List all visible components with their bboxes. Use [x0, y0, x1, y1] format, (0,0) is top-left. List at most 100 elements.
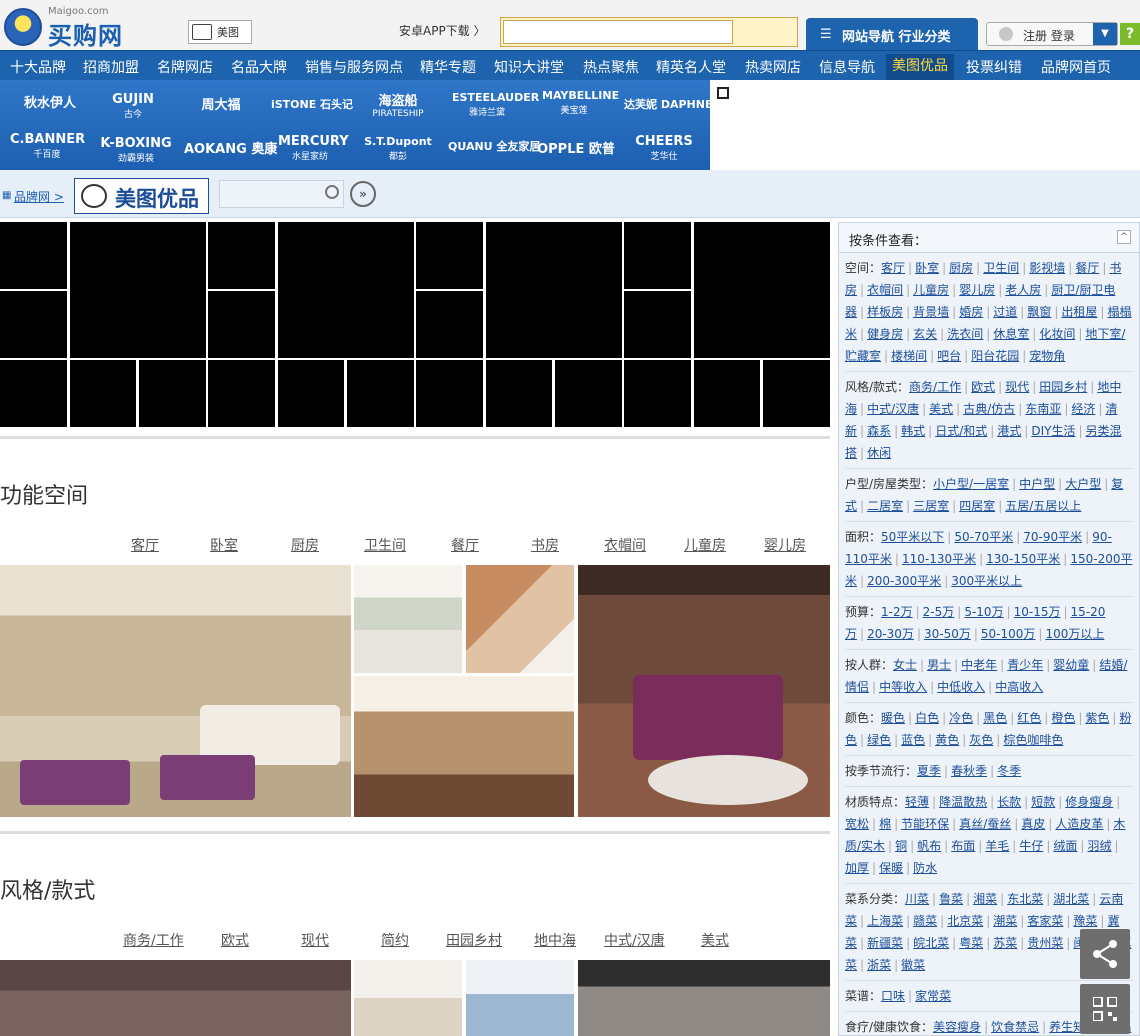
site-logo[interactable]: Maigoo.com 买购网 美图 [4, 4, 254, 50]
filter-option[interactable]: 粤菜 [959, 936, 983, 950]
filter-option[interactable]: 客家菜 [1027, 914, 1063, 928]
brand-logo[interactable]: K-BOXING 劲霸男装 [98, 136, 174, 164]
filter-option[interactable]: 130-150平米 [986, 552, 1060, 566]
bedroom-photo[interactable] [578, 565, 830, 817]
filter-option[interactable]: 飘窗 [1027, 305, 1051, 319]
filter-option[interactable]: 欧式 [971, 380, 995, 394]
section-link[interactable]: 书房 [531, 535, 559, 555]
filter-option[interactable]: 韩式 [901, 424, 925, 438]
section-link[interactable]: 餐厅 [451, 535, 479, 555]
image-placeholder[interactable] [416, 291, 483, 358]
filter-option[interactable]: 衣帽间 [867, 283, 903, 297]
filter-option[interactable]: 玄关 [913, 327, 937, 341]
collapse-icon[interactable]: ^ [1117, 230, 1131, 244]
filter-option[interactable]: 楼梯间 [891, 349, 927, 363]
filter-option[interactable]: 白色 [915, 711, 939, 725]
filter-option[interactable]: 经济 [1071, 402, 1095, 416]
nav-item[interactable]: 知识大讲堂 [494, 57, 564, 77]
filter-option[interactable]: 1-2万 [881, 605, 913, 619]
filter-option[interactable]: 紫色 [1085, 711, 1109, 725]
bathroom-photo[interactable] [466, 565, 574, 673]
nav-item[interactable]: 精华专题 [420, 57, 476, 77]
image-placeholder[interactable] [624, 360, 691, 427]
filter-option[interactable]: 冬季 [997, 764, 1021, 778]
image-placeholder[interactable] [416, 222, 483, 289]
kitchen-photo[interactable] [354, 565, 462, 673]
image-placeholder[interactable] [416, 360, 483, 427]
filter-option[interactable]: 冷色 [949, 711, 973, 725]
filter-option[interactable]: 背景墙 [913, 305, 949, 319]
filter-option[interactable]: 东南亚 [1025, 402, 1061, 416]
filter-option[interactable]: 现代 [1005, 380, 1029, 394]
filter-option[interactable]: 中等收入 [879, 680, 927, 694]
filter-option[interactable]: 红色 [1017, 711, 1041, 725]
section-link[interactable]: 中式/汉唐 [604, 930, 665, 950]
filter-option[interactable]: 帆布 [917, 839, 941, 853]
brand-logo[interactable]: 海盗船 PIRATESHIP [360, 90, 436, 119]
filter-option[interactable]: 牛仔 [1019, 839, 1043, 853]
filter-option[interactable]: 家常菜 [915, 989, 951, 1003]
filter-option[interactable]: 二居室 [867, 499, 903, 513]
filter-option[interactable]: 20-30万 [867, 627, 914, 641]
filter-option[interactable]: 样板房 [867, 305, 903, 319]
help-icon[interactable]: ? [1120, 23, 1140, 45]
filter-option[interactable]: 200-300平米 [867, 574, 941, 588]
dining-room-photo[interactable] [354, 676, 574, 817]
filter-option[interactable]: 东北菜 [1007, 892, 1043, 906]
filter-option[interactable]: 影视墙 [1029, 261, 1065, 275]
filter-option[interactable]: 羊毛 [985, 839, 1009, 853]
brand-logo[interactable]: 达芙妮 DAPHNE [624, 96, 712, 112]
filter-option[interactable]: 加厚 [845, 861, 869, 875]
filter-option[interactable]: 铜 [895, 839, 907, 853]
filter-option[interactable]: 中低收入 [937, 680, 985, 694]
filter-option[interactable]: 30-50万 [924, 627, 971, 641]
section-link[interactable]: 现代 [301, 930, 329, 950]
filter-option[interactable]: 棕色咖啡色 [1003, 733, 1063, 747]
brand-logo[interactable]: OPPLE 欧普 [536, 138, 616, 157]
filter-option[interactable]: 阳台花园 [971, 349, 1019, 363]
business-style-photo[interactable] [0, 960, 351, 1036]
filter-option[interactable]: 浙菜 [867, 958, 891, 972]
section-link[interactable]: 简约 [381, 930, 409, 950]
filter-option[interactable]: 300平米以上 [951, 574, 1022, 588]
filter-option[interactable]: 防水 [913, 861, 937, 875]
section-link[interactable]: 儿童房 [684, 535, 726, 555]
filter-option[interactable]: 5-10万 [964, 605, 1003, 619]
filter-option[interactable]: 50-100万 [981, 627, 1036, 641]
filter-option[interactable]: 宽松 [845, 817, 869, 831]
chevron-down-icon[interactable]: ▼ [1093, 23, 1117, 45]
filter-option[interactable]: 保暖 [879, 861, 903, 875]
nav-item[interactable]: 精英名人堂 [656, 57, 726, 77]
filter-option[interactable]: 绿色 [867, 733, 891, 747]
image-placeholder[interactable] [555, 360, 622, 427]
filter-option[interactable]: 赣菜 [913, 914, 937, 928]
filter-option[interactable]: 饮食禁忌 [991, 1020, 1039, 1034]
app-download-link[interactable]: 安卓APP下载 〉 [399, 22, 486, 39]
image-placeholder[interactable] [486, 360, 552, 427]
brand-logo[interactable]: QUANU 全友家居 [448, 138, 540, 154]
filter-option[interactable]: 湘菜 [973, 892, 997, 906]
filter-option[interactable]: 鲁菜 [939, 892, 963, 906]
filter-option[interactable]: 古典/仿古 [963, 402, 1015, 416]
filter-option[interactable]: 三居室 [913, 499, 949, 513]
search-input[interactable] [503, 20, 733, 44]
filter-option[interactable]: 卧室 [915, 261, 939, 275]
filter-option[interactable]: 川菜 [905, 892, 929, 906]
filter-option[interactable]: 苏菜 [993, 936, 1017, 950]
filter-option[interactable]: 美容瘦身 [933, 1020, 981, 1034]
brand-logo[interactable]: GUJIN 古今 [98, 92, 168, 120]
filter-option[interactable]: 修身瘦身 [1065, 795, 1113, 809]
meitu-section-badge[interactable]: 美图优品 [74, 178, 209, 214]
filter-option[interactable]: 北京菜 [947, 914, 983, 928]
filter-option[interactable]: 上海菜 [867, 914, 903, 928]
image-placeholder[interactable] [624, 222, 691, 289]
nav-item[interactable]: 名牌网店 [157, 57, 213, 77]
image-placeholder[interactable] [278, 222, 414, 358]
filter-option[interactable]: 羽绒 [1087, 839, 1111, 853]
filter-option[interactable]: 徽菜 [901, 958, 925, 972]
filter-option[interactable]: 灰色 [969, 733, 993, 747]
nav-item[interactable]: 信息导航 [819, 57, 875, 77]
filter-option[interactable]: 卫生间 [983, 261, 1019, 275]
filter-option[interactable]: 过道 [993, 305, 1017, 319]
filter-option[interactable]: 四居室 [959, 499, 995, 513]
